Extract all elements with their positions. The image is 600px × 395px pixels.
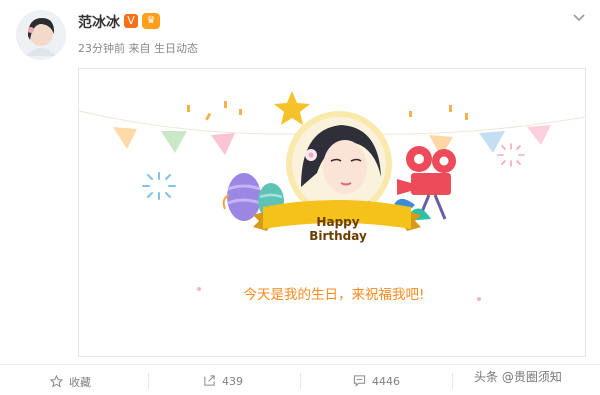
favorite-button[interactable]: 收藏 [49, 374, 91, 390]
user-name[interactable]: 范冰冰 [78, 12, 120, 32]
share-button[interactable]: 439 [203, 374, 243, 388]
birthday-card[interactable]: Happy Birthday 今天是我的生日，来祝福我吧! [78, 68, 586, 357]
birthday-wish-text: 今天是我的生日，来祝福我吧! [243, 287, 425, 303]
share-icon [204, 375, 215, 386]
crown-icon: ♛ [142, 13, 160, 29]
post-meta: 23分钟前 来自 生日动态 [78, 42, 198, 55]
comment-button[interactable]: 4446 [353, 374, 400, 388]
star-icon [49, 374, 64, 388]
separator [452, 373, 453, 389]
comment-icon [353, 375, 366, 387]
birthday-banner-text: Happy Birthday [309, 215, 367, 243]
chevron-down-icon[interactable] [571, 10, 587, 26]
watermark: 头条 @贵圈须知 [474, 370, 562, 384]
avatar[interactable] [16, 10, 66, 60]
verified-badge: V [124, 14, 138, 28]
separator [300, 373, 301, 389]
separator [148, 373, 149, 389]
birthday-illustration [79, 91, 585, 301]
share-count: 439 [222, 375, 243, 388]
comment-count: 4446 [372, 375, 400, 388]
favorite-label: 收藏 [69, 376, 91, 389]
